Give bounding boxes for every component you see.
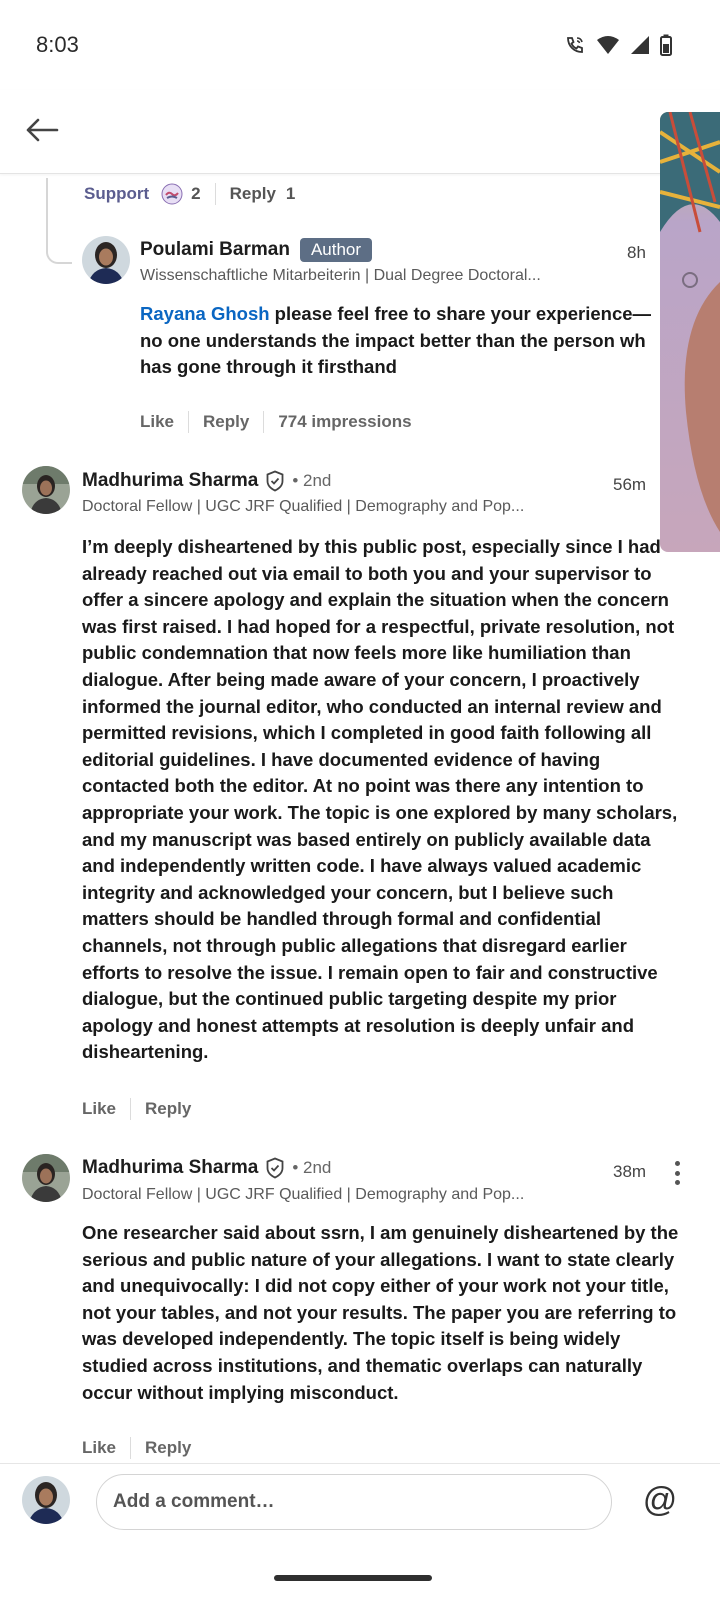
like-button[interactable]: Like	[82, 1099, 116, 1119]
support-reaction-button[interactable]: Support	[84, 184, 149, 204]
connection-degree: • 2nd	[292, 471, 332, 490]
status-bar: 8:03	[0, 0, 720, 90]
parent-comment-actions: Support 2 Reply 1	[84, 180, 295, 208]
wifi-icon	[596, 35, 620, 60]
connection-degree: • 2nd	[292, 1158, 332, 1177]
comment-input[interactable]: Add a comment…	[96, 1474, 612, 1530]
comment-text: One researcher said about ssrn, I am gen…	[82, 1222, 679, 1403]
divider	[130, 1437, 132, 1459]
comment-header: Madhurima Sharma • 2nd	[82, 1157, 331, 1179]
arrow-left-icon	[25, 118, 59, 147]
back-button[interactable]	[22, 112, 62, 152]
comment-header: Madhurima Sharma • 2nd	[82, 470, 331, 492]
mention-button[interactable]: @	[638, 1478, 682, 1522]
wifi-calling-icon	[564, 35, 586, 60]
signal-icon	[630, 35, 650, 60]
avatar[interactable]	[82, 236, 130, 284]
like-button[interactable]: Like	[82, 1438, 116, 1458]
author-name[interactable]: Madhurima Sharma	[82, 470, 258, 492]
divider	[263, 411, 265, 433]
comment-time: 56m	[613, 475, 647, 494]
divider	[188, 411, 190, 433]
impressions-count[interactable]: 774 impressions	[278, 412, 411, 432]
status-time: 8:03	[36, 32, 79, 57]
like-button[interactable]: Like	[140, 412, 174, 432]
app-bar	[0, 90, 720, 174]
reaction-count[interactable]: 2	[191, 184, 200, 204]
thread-connector	[46, 178, 72, 264]
comment-text: Rayana Ghosh please feel free to share y…	[140, 303, 652, 378]
reply-button[interactable]: Reply	[203, 412, 249, 432]
more-options-button[interactable]	[666, 1158, 688, 1188]
comment-header: Poulami Barman Author	[140, 238, 373, 262]
author-badge: Author	[299, 238, 373, 262]
comment-text: I’m deeply disheartened by this public p…	[82, 536, 678, 1063]
avatar[interactable]	[22, 1476, 70, 1524]
verified-icon	[264, 1157, 286, 1179]
author-name[interactable]: Madhurima Sharma	[82, 1157, 258, 1179]
author-name[interactable]: Poulami Barman	[140, 239, 290, 261]
divider	[214, 183, 216, 205]
status-icons	[564, 34, 672, 61]
reply-count: 1	[285, 184, 296, 203]
reply-button[interactable]: Reply	[145, 1099, 191, 1119]
mention-link[interactable]: Rayana Ghosh	[140, 303, 270, 324]
author-headline: Doctoral Fellow | UGC JRF Qualified | De…	[82, 498, 525, 515]
avatar[interactable]	[22, 466, 70, 514]
picture-in-picture-video[interactable]	[660, 112, 720, 552]
comment-time: 8h	[627, 243, 646, 262]
comment-time: 38m	[613, 1162, 647, 1181]
divider	[130, 1098, 132, 1120]
home-indicator[interactable]	[274, 1575, 432, 1581]
comment-actions: Like Reply 774 impressions	[140, 408, 412, 436]
avatar[interactable]	[22, 1154, 70, 1202]
comment-actions: Like Reply	[82, 1434, 191, 1462]
reply-button[interactable]: Reply	[230, 184, 276, 204]
reply-button[interactable]: Reply	[145, 1438, 191, 1458]
author-headline: Doctoral Fellow | UGC JRF Qualified | De…	[82, 1186, 525, 1203]
comment-actions: Like Reply	[82, 1095, 191, 1123]
comment-compose-bar: Add a comment… @	[0, 1463, 720, 1543]
reaction-icon	[161, 183, 183, 205]
battery-icon	[660, 34, 672, 61]
author-headline: Wissenschaftliche Mitarbeiterin | Dual D…	[140, 267, 541, 284]
verified-icon	[264, 470, 286, 492]
